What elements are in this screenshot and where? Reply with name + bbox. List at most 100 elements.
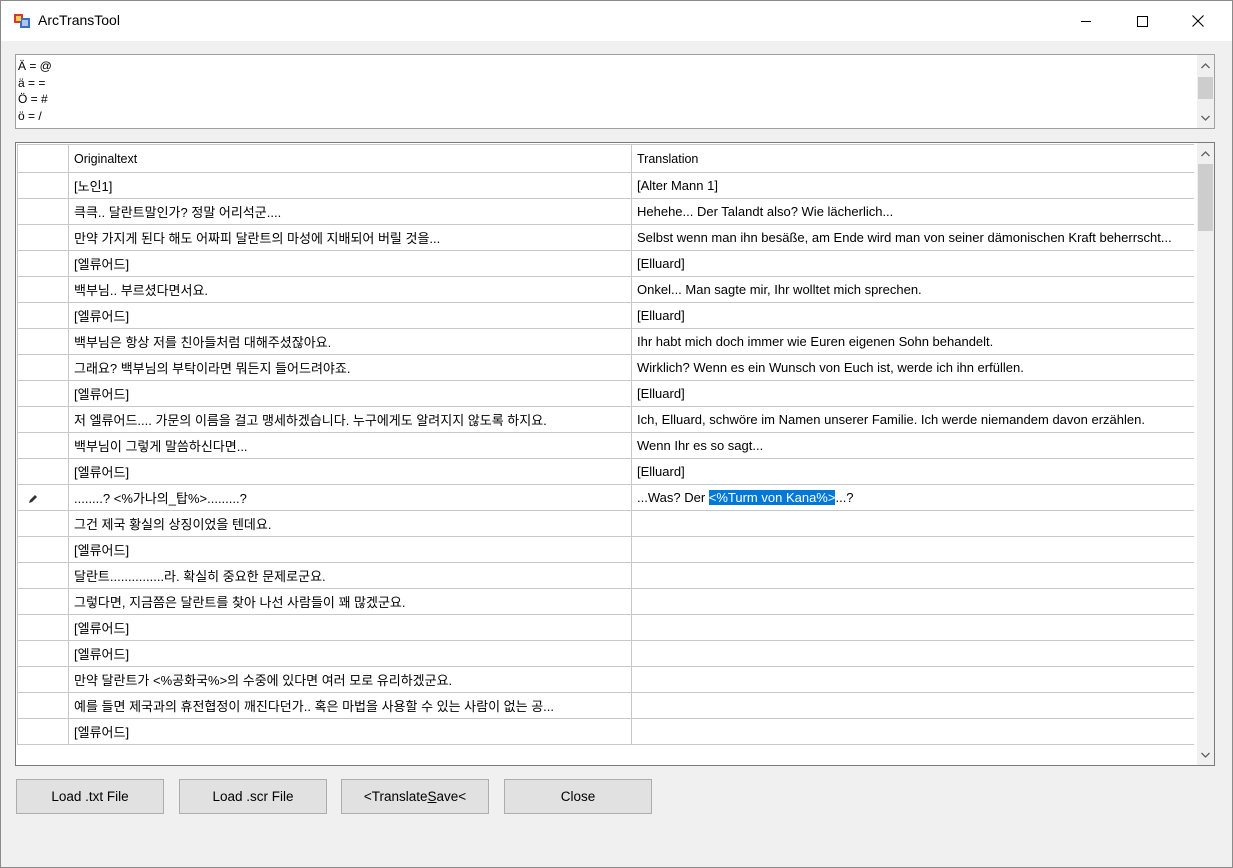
row-header[interactable]: [17, 458, 69, 485]
cell-translation[interactable]: [631, 614, 1194, 641]
table-row[interactable]: 그래요? 백부님의 부탁이라면 뭐든지 들어드려야죠. Wirklich? Wen…: [17, 354, 1194, 381]
cell-originaltext[interactable]: 달란트...............라. 확실히 중요한 문제로군요.: [68, 562, 632, 589]
row-header[interactable]: [17, 172, 69, 199]
row-header[interactable]: [17, 588, 69, 615]
row-header[interactable]: [17, 484, 69, 511]
cell-originaltext[interactable]: 백부님이 그렇게 말씀하신다면...: [68, 432, 632, 459]
cell-originaltext[interactable]: 그렇다면, 지금쯤은 달란트를 찾아 나선 사람들이 꽤 많겠군요.: [68, 588, 632, 615]
table-row[interactable]: 그건 제국 황실의 상징이었을 텐데요.: [17, 510, 1194, 537]
scroll-thumb[interactable]: [1198, 77, 1213, 99]
column-header-translation[interactable]: Translation: [631, 144, 1194, 173]
cell-originaltext[interactable]: [노인1]: [68, 172, 632, 199]
cell-translation[interactable]: [Alter Mann 1]: [631, 172, 1194, 199]
row-header[interactable]: [17, 250, 69, 277]
cell-originaltext[interactable]: 백부님은 항상 저를 친아들처럼 대해주셨잖아요.: [68, 328, 632, 355]
row-header[interactable]: [17, 224, 69, 251]
cell-translation[interactable]: [631, 536, 1194, 563]
row-header[interactable]: [17, 276, 69, 303]
row-header[interactable]: [17, 640, 69, 667]
row-header[interactable]: [17, 302, 69, 329]
table-row[interactable]: 큭큭.. 달란트말인가? 정말 어리석군.... Hehehe... Der Ta…: [17, 198, 1194, 225]
cell-originaltext[interactable]: 저 엘류어드.... 가문의 이름을 걸고 맹세하겠습니다. 누구에게도 알려지…: [68, 406, 632, 433]
cell-translation[interactable]: [631, 718, 1194, 745]
table-row[interactable]: [엘류어드]: [17, 640, 1194, 667]
close-button[interactable]: Close: [504, 779, 652, 814]
cell-translation[interactable]: [631, 666, 1194, 693]
table-row[interactable]: 백부님이 그렇게 말씀하신다면... Wenn Ihr es so sagt...: [17, 432, 1194, 459]
cell-translation[interactable]: Hehehe... Der Talandt also? Wie lächerli…: [631, 198, 1194, 225]
cell-originaltext[interactable]: [엘류어드]: [68, 380, 632, 407]
column-header-original[interactable]: Originaltext: [68, 144, 632, 173]
close-window-button[interactable]: [1175, 1, 1221, 41]
cell-originaltext[interactable]: 그건 제국 황실의 상징이었을 텐데요.: [68, 510, 632, 537]
table-row[interactable]: [엘류어드]: [17, 614, 1194, 641]
table-row-editing[interactable]: ........? <%가나의_탑%>.........? ...Was? Der…: [17, 484, 1194, 511]
scroll-down-arrow[interactable]: [1197, 109, 1214, 126]
table-row[interactable]: [엘류어드] [Elluard]: [17, 302, 1194, 329]
cell-translation[interactable]: Wenn Ihr es so sagt...: [631, 432, 1194, 459]
table-row[interactable]: [엘류어드] [Elluard]: [17, 458, 1194, 485]
cell-originaltext[interactable]: [엘류어드]: [68, 640, 632, 667]
row-header[interactable]: [17, 380, 69, 407]
row-header[interactable]: [17, 718, 69, 745]
cell-originaltext[interactable]: [엘류어드]: [68, 536, 632, 563]
translate-save-button[interactable]: <Translate Save<: [341, 779, 489, 814]
cell-translation[interactable]: [Elluard]: [631, 250, 1194, 277]
row-header[interactable]: [17, 328, 69, 355]
cell-translation[interactable]: Wirklich? Wenn es ein Wunsch von Euch is…: [631, 354, 1194, 381]
cell-translation[interactable]: [631, 692, 1194, 719]
row-header[interactable]: [17, 614, 69, 641]
table-row[interactable]: [엘류어드]: [17, 536, 1194, 563]
row-header[interactable]: [17, 198, 69, 225]
table-row[interactable]: 달란트...............라. 확실히 중요한 문제로군요.: [17, 562, 1194, 589]
row-header-corner[interactable]: [17, 144, 69, 173]
cell-translation[interactable]: [Elluard]: [631, 458, 1194, 485]
load-txt-button[interactable]: Load .txt File: [16, 779, 164, 814]
row-header[interactable]: [17, 562, 69, 589]
grid-scrollbar[interactable]: [1197, 143, 1214, 765]
cell-originaltext[interactable]: [엘류어드]: [68, 614, 632, 641]
maximize-button[interactable]: [1119, 1, 1165, 41]
cell-originaltext[interactable]: [엘류어드]: [68, 302, 632, 329]
title-bar[interactable]: ArcTransTool: [1, 1, 1232, 41]
cell-translation[interactable]: Selbst wenn man ihn besäße, am Ende wird…: [631, 224, 1194, 251]
scroll-thumb[interactable]: [1198, 164, 1213, 231]
table-row[interactable]: 그렇다면, 지금쯤은 달란트를 찾아 나선 사람들이 꽤 많겠군요.: [17, 588, 1194, 615]
cell-originaltext[interactable]: [엘류어드]: [68, 250, 632, 277]
row-header[interactable]: [17, 510, 69, 537]
table-row[interactable]: 예를 들면 제국과의 휴전협정이 깨진다던가.. 혹은 마법을 사용할 수 있는…: [17, 692, 1194, 719]
cell-translation[interactable]: [631, 562, 1194, 589]
translation-grid[interactable]: Originaltext Translation [노인1] [Alter Man…: [15, 142, 1215, 766]
table-row[interactable]: [엘류어드] [Elluard]: [17, 250, 1194, 277]
cell-translation[interactable]: [631, 640, 1194, 667]
table-row[interactable]: [엘류어드] [Elluard]: [17, 380, 1194, 407]
row-header[interactable]: [17, 536, 69, 563]
cell-translation[interactable]: [Elluard]: [631, 302, 1194, 329]
scroll-down-arrow[interactable]: [1197, 746, 1214, 763]
cell-translation[interactable]: [Elluard]: [631, 380, 1194, 407]
cell-originaltext[interactable]: 예를 들면 제국과의 휴전협정이 깨진다던가.. 혹은 마법을 사용할 수 있는…: [68, 692, 632, 719]
load-scr-button[interactable]: Load .scr File: [179, 779, 327, 814]
row-header[interactable]: [17, 406, 69, 433]
cell-originaltext[interactable]: ........? <%가나의_탑%>.........?: [68, 484, 632, 511]
cell-originaltext[interactable]: 그래요? 백부님의 부탁이라면 뭐든지 들어드려야죠.: [68, 354, 632, 381]
cell-translation[interactable]: Onkel... Man sagte mir, Ihr wolltet mich…: [631, 276, 1194, 303]
mapping-textbox[interactable]: Ä = @ ä = = Ö = # ö = /: [15, 54, 1215, 129]
cell-originaltext[interactable]: 큭큭.. 달란트말인가? 정말 어리석군....: [68, 198, 632, 225]
cell-translation[interactable]: [631, 510, 1194, 537]
cell-translation[interactable]: Ihr habt mich doch immer wie Euren eigen…: [631, 328, 1194, 355]
cell-originaltext[interactable]: [엘류어드]: [68, 458, 632, 485]
scroll-up-arrow[interactable]: [1197, 145, 1214, 162]
cell-originaltext[interactable]: 백부님.. 부르셨다면서요.: [68, 276, 632, 303]
table-row[interactable]: 백부님은 항상 저를 친아들처럼 대해주셨잖아요. Ihr habt mich d…: [17, 328, 1194, 355]
cell-originaltext[interactable]: 만약 달란트가 <%공화국%>의 수중에 있다면 여러 모로 유리하겠군요.: [68, 666, 632, 693]
table-row[interactable]: 백부님.. 부르셨다면서요. Onkel... Man sagte mir, Ih…: [17, 276, 1194, 303]
mapping-scrollbar[interactable]: [1197, 55, 1214, 128]
row-header[interactable]: [17, 354, 69, 381]
cell-translation[interactable]: [631, 588, 1194, 615]
table-row[interactable]: 저 엘류어드.... 가문의 이름을 걸고 맹세하겠습니다. 누구에게도 알려지…: [17, 406, 1194, 433]
table-row[interactable]: [노인1] [Alter Mann 1]: [17, 172, 1194, 199]
table-row[interactable]: [엘류어드]: [17, 718, 1194, 745]
table-row[interactable]: 만약 달란트가 <%공화국%>의 수중에 있다면 여러 모로 유리하겠군요.: [17, 666, 1194, 693]
cell-translation-editor[interactable]: ...Was? Der <%Turm von Kana%>...?: [631, 484, 1194, 511]
